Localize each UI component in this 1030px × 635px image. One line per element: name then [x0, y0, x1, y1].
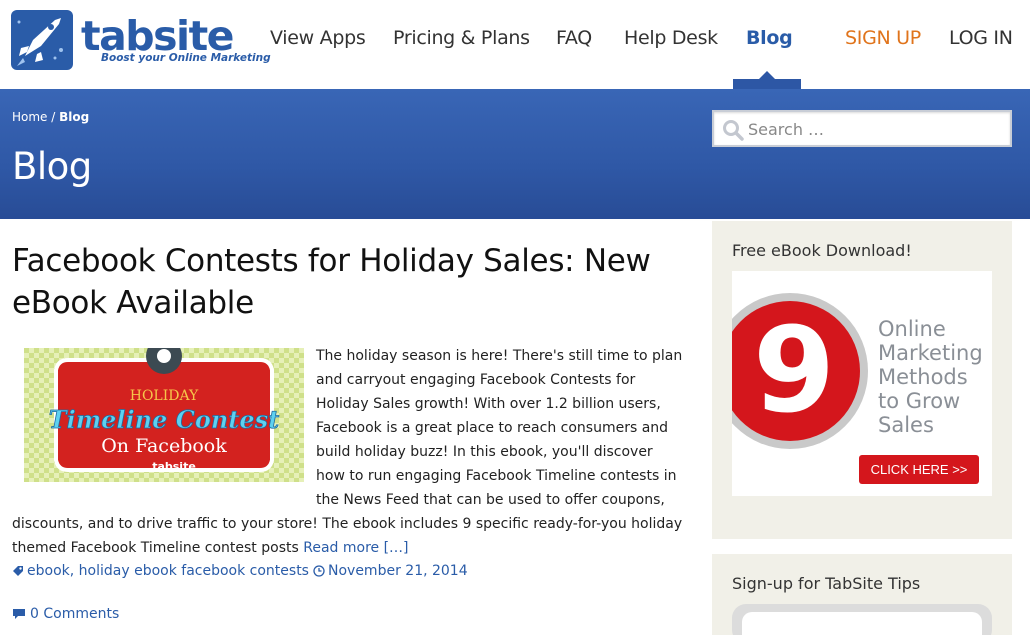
comments-count: 0 Comments — [30, 606, 120, 622]
ebook-headline: Online Marketing Methods to Grow Sales — [878, 317, 983, 437]
breadcrumb: Home / Blog — [12, 110, 89, 124]
tabsite-logo[interactable]: tabsite Boost your Online Marketing — [11, 10, 271, 70]
image-text-holiday: HOLIDAY — [130, 388, 199, 404]
active-nav-indicator — [733, 71, 801, 89]
nav-pricing[interactable]: Pricing & Plans — [393, 27, 530, 49]
holiday-contest-image[interactable]: HOLIDAY Timeline Contest On Facebook tab… — [24, 348, 304, 482]
log-in-link[interactable]: LOG IN — [949, 27, 1013, 49]
site-header: tabsite Boost your Online Marketing View… — [0, 0, 1030, 89]
breadcrumb-current: Blog — [59, 110, 90, 124]
breadcrumb-home[interactable]: Home — [12, 110, 47, 124]
tag-link-ebook[interactable]: ebook — [27, 563, 70, 579]
signup-email-field-frame — [732, 604, 992, 635]
article-date: November 21, 2014 — [313, 563, 468, 579]
page-title: Blog — [12, 145, 92, 188]
tag-icon — [13, 566, 23, 576]
date-link[interactable]: November 21, 2014 — [328, 563, 468, 579]
tag-separator: , — [69, 563, 79, 579]
comment-icon — [13, 609, 25, 619]
ebook-ad-banner[interactable]: 9 Online Marketing Methods to Grow Sales… — [732, 271, 992, 496]
nav-faq[interactable]: FAQ — [556, 27, 592, 49]
ebook-line-4: to Grow — [878, 389, 961, 413]
nav-view-apps[interactable]: View Apps — [270, 27, 366, 49]
sign-up-link[interactable]: SIGN UP — [845, 27, 921, 49]
ebook-number-graphic: 9 — [732, 293, 868, 449]
breadcrumb-separator: / — [47, 110, 60, 124]
click-here-button[interactable]: CLICK HERE >> — [859, 455, 979, 484]
read-more-link[interactable]: Read more […] — [303, 540, 408, 556]
search-icon — [723, 120, 744, 141]
image-text-on-facebook: On Facebook — [101, 435, 227, 457]
ebook-widget: Free eBook Download! 9 Online Marketing … — [712, 221, 1012, 539]
article-tags: ebook, holiday ebook facebook contests — [12, 563, 309, 579]
nav-help-desk[interactable]: Help Desk — [624, 27, 718, 49]
signup-widget-title: Sign-up for TabSite Tips — [732, 574, 921, 593]
signup-widget: Sign-up for TabSite Tips — [712, 554, 1012, 635]
comments-link[interactable]: 0 Comments — [12, 606, 119, 622]
ebook-widget-title: Free eBook Download! — [732, 241, 912, 260]
ebook-line-5: Sales — [878, 413, 934, 437]
ebook-number: 9 — [753, 301, 835, 439]
search-box[interactable] — [712, 110, 1012, 147]
page-banner: Home / Blog Blog — [0, 89, 1030, 219]
ebook-line-3: Methods — [878, 365, 968, 389]
logo-tagline: Boost your Online Marketing — [101, 52, 271, 64]
image-text-brand: tabsite — [152, 460, 196, 473]
article-title[interactable]: Facebook Contests for Holiday Sales: New… — [12, 240, 692, 324]
ebook-line-1: Online — [878, 317, 946, 341]
ebook-line-2: Marketing — [878, 341, 983, 365]
search-input[interactable] — [748, 118, 998, 140]
signup-email-field[interactable] — [742, 612, 982, 635]
nav-blog[interactable]: Blog — [746, 27, 793, 49]
tag-link-holiday-ebook[interactable]: holiday ebook facebook contests — [79, 563, 309, 579]
image-text-timeline-contest: Timeline Contest — [49, 405, 279, 434]
rocket-icon — [11, 10, 73, 70]
clock-icon — [313, 565, 325, 577]
